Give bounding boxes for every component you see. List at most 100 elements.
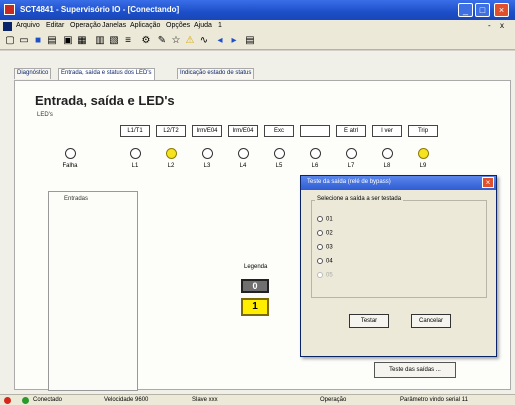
test-outputs-button[interactable]: Teste das saídas ... bbox=[374, 362, 456, 378]
led-indicator bbox=[202, 148, 213, 159]
led-header: L1/T1 bbox=[120, 125, 150, 137]
dialog-group-label: Selecione a saída a ser testada bbox=[315, 196, 404, 202]
led-header: Irm/E04 bbox=[228, 125, 258, 137]
mdi-close-button[interactable]: x bbox=[500, 21, 504, 30]
led-header: L2/T2 bbox=[156, 125, 186, 137]
led-label: L8 bbox=[383, 163, 391, 169]
legend-label: Legenda bbox=[244, 264, 268, 270]
print-icon[interactable]: ▤ bbox=[46, 35, 58, 47]
radio-icon[interactable] bbox=[317, 258, 323, 264]
led-header: E atrl bbox=[336, 125, 366, 137]
status-parameter: Parâmetro vindo serial 11 bbox=[400, 397, 468, 403]
radio-icon bbox=[317, 272, 323, 278]
legend-on-swatch: 1 bbox=[241, 298, 269, 316]
status-operation: Operação bbox=[320, 397, 347, 403]
led-indicator bbox=[65, 148, 76, 159]
led-indicator bbox=[346, 148, 357, 159]
led-label: L6 bbox=[311, 163, 319, 169]
output-selection-group bbox=[311, 200, 487, 298]
legend-off-swatch: 0 bbox=[241, 279, 269, 293]
copy-icon[interactable]: ▣ bbox=[62, 35, 74, 47]
toolbar: ▢ ▭ ■ ▤ ▣ ▦ ▥ ▧ ≡ ⚙ ✎ ☆ ⚠ ∿ ◂ ▸ ▤ bbox=[0, 33, 515, 50]
led-label: Falha bbox=[62, 163, 78, 169]
status-bar: Conectado Velocidade 9600 Slave xxx Oper… bbox=[0, 394, 515, 405]
led-indicator bbox=[382, 148, 393, 159]
led-header: I ver bbox=[372, 125, 402, 137]
output-radio-01[interactable]: 01 bbox=[317, 216, 333, 223]
test-output-dialog: Teste da saída (relé de bypass) × Seleci… bbox=[300, 175, 497, 357]
entradas-panel bbox=[48, 191, 138, 391]
output-radio-04[interactable]: 04 bbox=[317, 258, 333, 265]
led-label: L3 bbox=[203, 163, 211, 169]
led-header: Irm/E04 bbox=[192, 125, 222, 137]
open-icon[interactable]: ▭ bbox=[18, 35, 30, 47]
tab-entrada-saida[interactable]: Entrada, saída e status dos LED's bbox=[58, 68, 155, 80]
output-radio-02[interactable]: 02 bbox=[317, 230, 333, 237]
led-header bbox=[300, 125, 330, 137]
chart-icon[interactable]: ▥ bbox=[94, 35, 106, 47]
output-radio-05: 05 bbox=[317, 272, 333, 279]
document-icon bbox=[3, 22, 12, 31]
led-label: L1 bbox=[131, 163, 139, 169]
led-indicator bbox=[238, 148, 249, 159]
led-header: Exc bbox=[264, 125, 294, 137]
text-icon[interactable]: ≡ bbox=[122, 35, 134, 47]
dialog-cancel-button[interactable]: Cancelar bbox=[411, 314, 451, 328]
menu-editar[interactable]: Editar bbox=[46, 22, 64, 29]
settings-icon[interactable]: ⚙ bbox=[140, 35, 152, 47]
menu-operacao[interactable]: Operação bbox=[70, 22, 101, 29]
menu-aplicacao[interactable]: Aplicação bbox=[130, 22, 160, 29]
tab-diagnostico[interactable]: Diagnóstico bbox=[14, 68, 52, 79]
calc-icon[interactable]: ▤ bbox=[244, 35, 256, 47]
led-indicator bbox=[274, 148, 285, 159]
led-header: Trip bbox=[408, 125, 438, 137]
menu-extra[interactable]: 1 bbox=[218, 22, 222, 29]
led-indicator bbox=[130, 148, 141, 159]
paste-icon[interactable]: ▦ bbox=[76, 35, 88, 47]
menu-arquivo[interactable]: Arquivo bbox=[16, 22, 40, 29]
menu-janelas[interactable]: Janelas bbox=[102, 22, 126, 29]
app-icon bbox=[4, 4, 15, 15]
error-status-icon bbox=[4, 397, 11, 404]
entradas-label: Entradas bbox=[64, 196, 89, 202]
radio-icon[interactable] bbox=[317, 216, 323, 222]
menu-bar: Arquivo Editar Operação Janelas Aplicaçã… bbox=[0, 20, 515, 33]
dialog-close-button[interactable]: × bbox=[482, 177, 494, 188]
monitor-icon[interactable]: ▧ bbox=[108, 35, 120, 47]
arrow-left-icon[interactable]: ◂ bbox=[214, 35, 226, 47]
page-title: Entrada, saída e LED's bbox=[35, 93, 175, 108]
dialog-test-button[interactable]: Testar bbox=[349, 314, 389, 328]
warning-icon[interactable]: ⚠ bbox=[184, 35, 196, 47]
menu-opcoes[interactable]: Opções bbox=[166, 22, 190, 29]
arrow-right-icon[interactable]: ▸ bbox=[228, 35, 240, 47]
led-label: L7 bbox=[347, 163, 355, 169]
maximize-button[interactable]: □ bbox=[475, 3, 490, 17]
new-icon[interactable]: ▢ bbox=[4, 35, 16, 47]
led-label: L4 bbox=[239, 163, 247, 169]
output-radio-03[interactable]: 03 bbox=[317, 244, 333, 251]
minimize-button[interactable]: _ bbox=[458, 3, 473, 17]
save-icon[interactable]: ■ bbox=[32, 35, 44, 47]
dialog-title: Teste da saída (relé de bypass) bbox=[301, 176, 496, 190]
status-speed: Velocidade 9600 bbox=[104, 397, 149, 403]
status-connection: Conectado bbox=[33, 397, 63, 403]
close-button[interactable]: × bbox=[494, 3, 509, 17]
radio-icon[interactable] bbox=[317, 244, 323, 250]
tool-icon[interactable]: ✎ bbox=[156, 35, 168, 47]
led-label: L2 bbox=[167, 163, 175, 169]
tab-indicacao[interactable]: Indicação estado de status bbox=[177, 68, 255, 79]
led-label: L5 bbox=[275, 163, 283, 169]
led-indicator bbox=[310, 148, 321, 159]
menu-ajuda[interactable]: Ajuda bbox=[194, 22, 212, 29]
signal-icon[interactable]: ∿ bbox=[198, 35, 210, 47]
radio-icon[interactable] bbox=[317, 230, 323, 236]
star-icon[interactable]: ☆ bbox=[170, 35, 182, 47]
window-title: SCT4841 - Supervisório IO - [Conectando] bbox=[20, 5, 180, 14]
led-indicator bbox=[166, 148, 177, 159]
led-indicator bbox=[418, 148, 429, 159]
title-bar: SCT4841 - Supervisório IO - [Conectando]… bbox=[0, 0, 515, 20]
connection-status-icon bbox=[22, 397, 29, 404]
led-label: L9 bbox=[419, 163, 427, 169]
mdi-minimize-button[interactable]: - bbox=[488, 21, 491, 30]
leds-group-label: LED's bbox=[37, 112, 53, 118]
